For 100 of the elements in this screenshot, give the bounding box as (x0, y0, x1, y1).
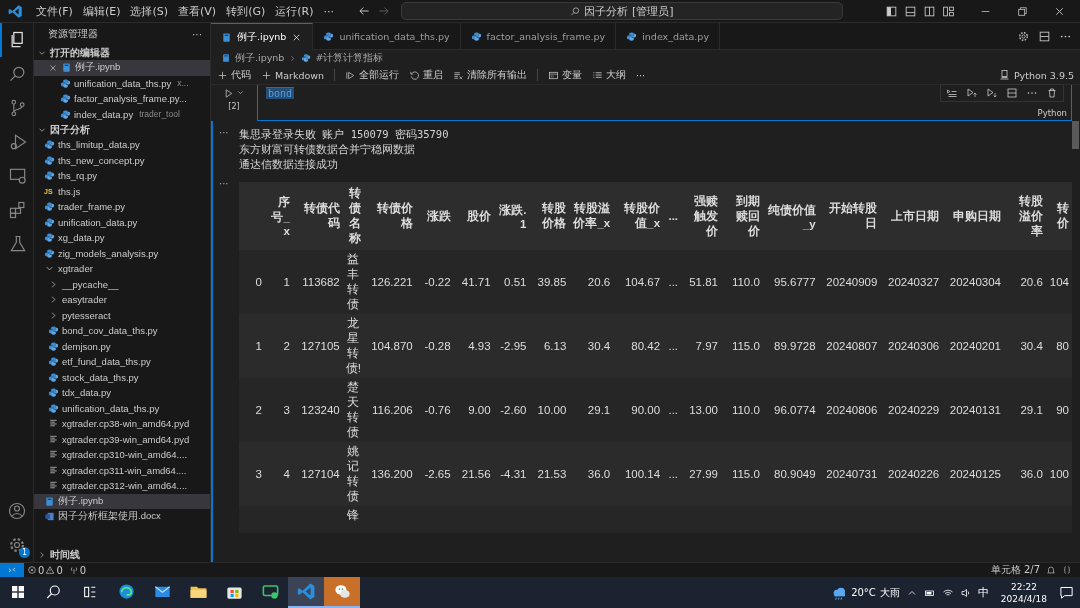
file-item[interactable]: 因子分析框架使用.docx (34, 509, 210, 525)
menu-item[interactable]: 运行(R) (270, 1, 319, 21)
kernel-picker[interactable]: Python 3.9.5 (998, 69, 1074, 81)
file-item[interactable]: ths_limitup_data.py (34, 137, 210, 153)
file-item[interactable]: xgtrader.cp312-win_amd64.... (34, 478, 210, 494)
restore-icon[interactable] (1016, 4, 1029, 18)
input-method[interactable]: 中 (977, 585, 989, 600)
file-item[interactable]: etf_fund_data_ths.py (34, 354, 210, 370)
braces-icon[interactable] (1062, 565, 1072, 575)
monitor-app-icon[interactable] (260, 582, 280, 601)
cell-position[interactable]: 单元格 2/7 (987, 563, 1043, 577)
editor-tab[interactable]: factor_analysis_frame.py (460, 23, 617, 49)
python-file-icon (48, 371, 59, 383)
toolbar-button[interactable]: 全部运行 (345, 68, 400, 82)
account-icon[interactable] (6, 501, 27, 521)
column-header: 开始转股日 (818, 182, 881, 250)
python-file-icon (48, 340, 59, 352)
weather-widget[interactable]: 20°C 大雨 (831, 584, 900, 601)
remote-explorer-icon[interactable] (7, 166, 28, 186)
file-item[interactable]: bond_cov_data_ths.py (34, 323, 210, 339)
file-item[interactable]: trader_frame.py (34, 199, 210, 215)
breadcrumb-item[interactable]: #计算计算指标 (315, 51, 384, 65)
folder-item[interactable]: easytrader (34, 292, 210, 308)
back-arrow-icon[interactable] (357, 4, 371, 18)
toolbar-button[interactable]: 大纲 (592, 68, 627, 82)
toolbar-button[interactable]: ··· (636, 69, 646, 81)
chat-app-icon[interactable] (332, 582, 352, 601)
delete-icon[interactable] (1046, 87, 1058, 99)
close-icon[interactable] (48, 62, 58, 73)
clock[interactable]: 22:22 2024/4/18 (994, 580, 1053, 605)
menu-item[interactable]: 查看(V) (173, 1, 222, 21)
file-item[interactable]: demjson.py (34, 338, 210, 354)
browser-icon[interactable] (116, 582, 136, 601)
file-item[interactable]: xgtrader.cp311-win_amd64.... (34, 462, 210, 478)
file-item[interactable]: unification_data_ths.py (34, 400, 210, 416)
table-cell: 1 (264, 250, 293, 314)
settings-icon[interactable] (1017, 29, 1030, 43)
execute-line-icon[interactable] (946, 87, 958, 99)
folder-item[interactable]: xgtrader (34, 261, 210, 277)
file-item[interactable]: ths_rq.py (34, 168, 210, 184)
section-header[interactable]: 时间线 (34, 547, 210, 562)
menu-item[interactable]: ··· (318, 2, 339, 20)
secondary-sidebar-icon[interactable] (923, 4, 936, 18)
file-item[interactable]: xgtrader.cp38-win_amd64.pyd (34, 416, 210, 432)
output-menu-button[interactable]: ··· (213, 127, 239, 172)
folder-item[interactable]: pytesseract (34, 307, 210, 323)
menu-item[interactable]: 编辑(E) (77, 1, 126, 21)
file-item[interactable]: unification_data.py (34, 214, 210, 230)
toolbar-button[interactable]: 变量 (548, 68, 583, 82)
section-header[interactable]: 因子分析 (34, 122, 210, 137)
run-cell-icon[interactable] (223, 88, 234, 99)
file-item[interactable]: tdx_data.py (34, 385, 210, 401)
layout-icon[interactable] (942, 4, 955, 18)
start-icon[interactable] (10, 583, 26, 600)
split-cell-icon[interactable] (1006, 87, 1018, 99)
file-item[interactable]: unification_data_ths.py x... (34, 75, 210, 91)
toolbar-button[interactable]: 代码 (217, 68, 251, 82)
sidebar-toggle-icon[interactable] (885, 4, 898, 18)
toolbar-button[interactable]: 清除所有输出 (453, 68, 528, 82)
run-below-icon[interactable] (986, 87, 998, 99)
file-item[interactable]: zig_models_analysis.py (34, 245, 210, 261)
split-editor-icon[interactable] (1038, 29, 1051, 43)
toolbar-button[interactable]: Markdown (261, 69, 325, 81)
scrollbar-thumb[interactable] (1072, 121, 1079, 149)
file-item[interactable]: 例子.ipynb (34, 60, 210, 76)
cell-language[interactable]: Python (1037, 108, 1067, 118)
folder-item[interactable]: __pycache__ (34, 276, 210, 292)
menu-item[interactable]: 转到(G) (221, 1, 271, 21)
file-item[interactable]: xg_data.py (34, 230, 210, 246)
file-item[interactable]: xgtrader.cp310-win_amd64.... (34, 447, 210, 463)
file-item[interactable]: ths_new_concept.py (34, 152, 210, 168)
ports-button[interactable]: 0 (65, 564, 90, 576)
menu-item[interactable]: 文件(F) (31, 1, 78, 21)
editor-tab[interactable]: 例子.ipynb (211, 23, 314, 50)
menu-item[interactable]: 选择(S) (125, 1, 174, 21)
file-item[interactable]: index_data.py trader_tool (34, 106, 210, 122)
bell-icon[interactable] (1046, 565, 1056, 575)
file-item[interactable]: stock_data_ths.py (34, 369, 210, 385)
file-item[interactable]: xgtrader.cp39-win_amd64.pyd (34, 431, 210, 447)
breadcrumb-item[interactable]: 例子.ipynb (235, 51, 285, 65)
file-item[interactable]: factor_analysis_frame.py... (34, 91, 210, 107)
section-header[interactable]: 打开的编辑器 (34, 45, 210, 60)
table-cell: 20240909 (818, 250, 881, 314)
editor-tab[interactable]: unification_data_ths.py (313, 23, 461, 49)
notification-icon[interactable] (1059, 585, 1074, 600)
file-item[interactable]: 例子.ipynb (34, 493, 210, 509)
run-above-icon[interactable] (966, 87, 978, 99)
panel-toggle-icon[interactable] (904, 4, 917, 18)
volume-icon[interactable] (959, 586, 972, 599)
editor-tab[interactable]: index_data.py (616, 23, 720, 49)
search-icon[interactable] (45, 582, 63, 601)
more-actions-button[interactable]: ··· (192, 28, 202, 40)
toolbar-button[interactable]: 重启 (409, 68, 444, 82)
code-editor-icon[interactable] (296, 582, 316, 601)
command-search-field[interactable]: 因子分析 [管理员] (401, 2, 843, 20)
problems-button[interactable]: 0 0 (24, 564, 66, 576)
chevron-down-icon[interactable] (236, 88, 245, 97)
output-menu-button[interactable]: ··· (213, 178, 239, 533)
warning-icon (45, 565, 56, 575)
outline-icon (592, 69, 604, 81)
